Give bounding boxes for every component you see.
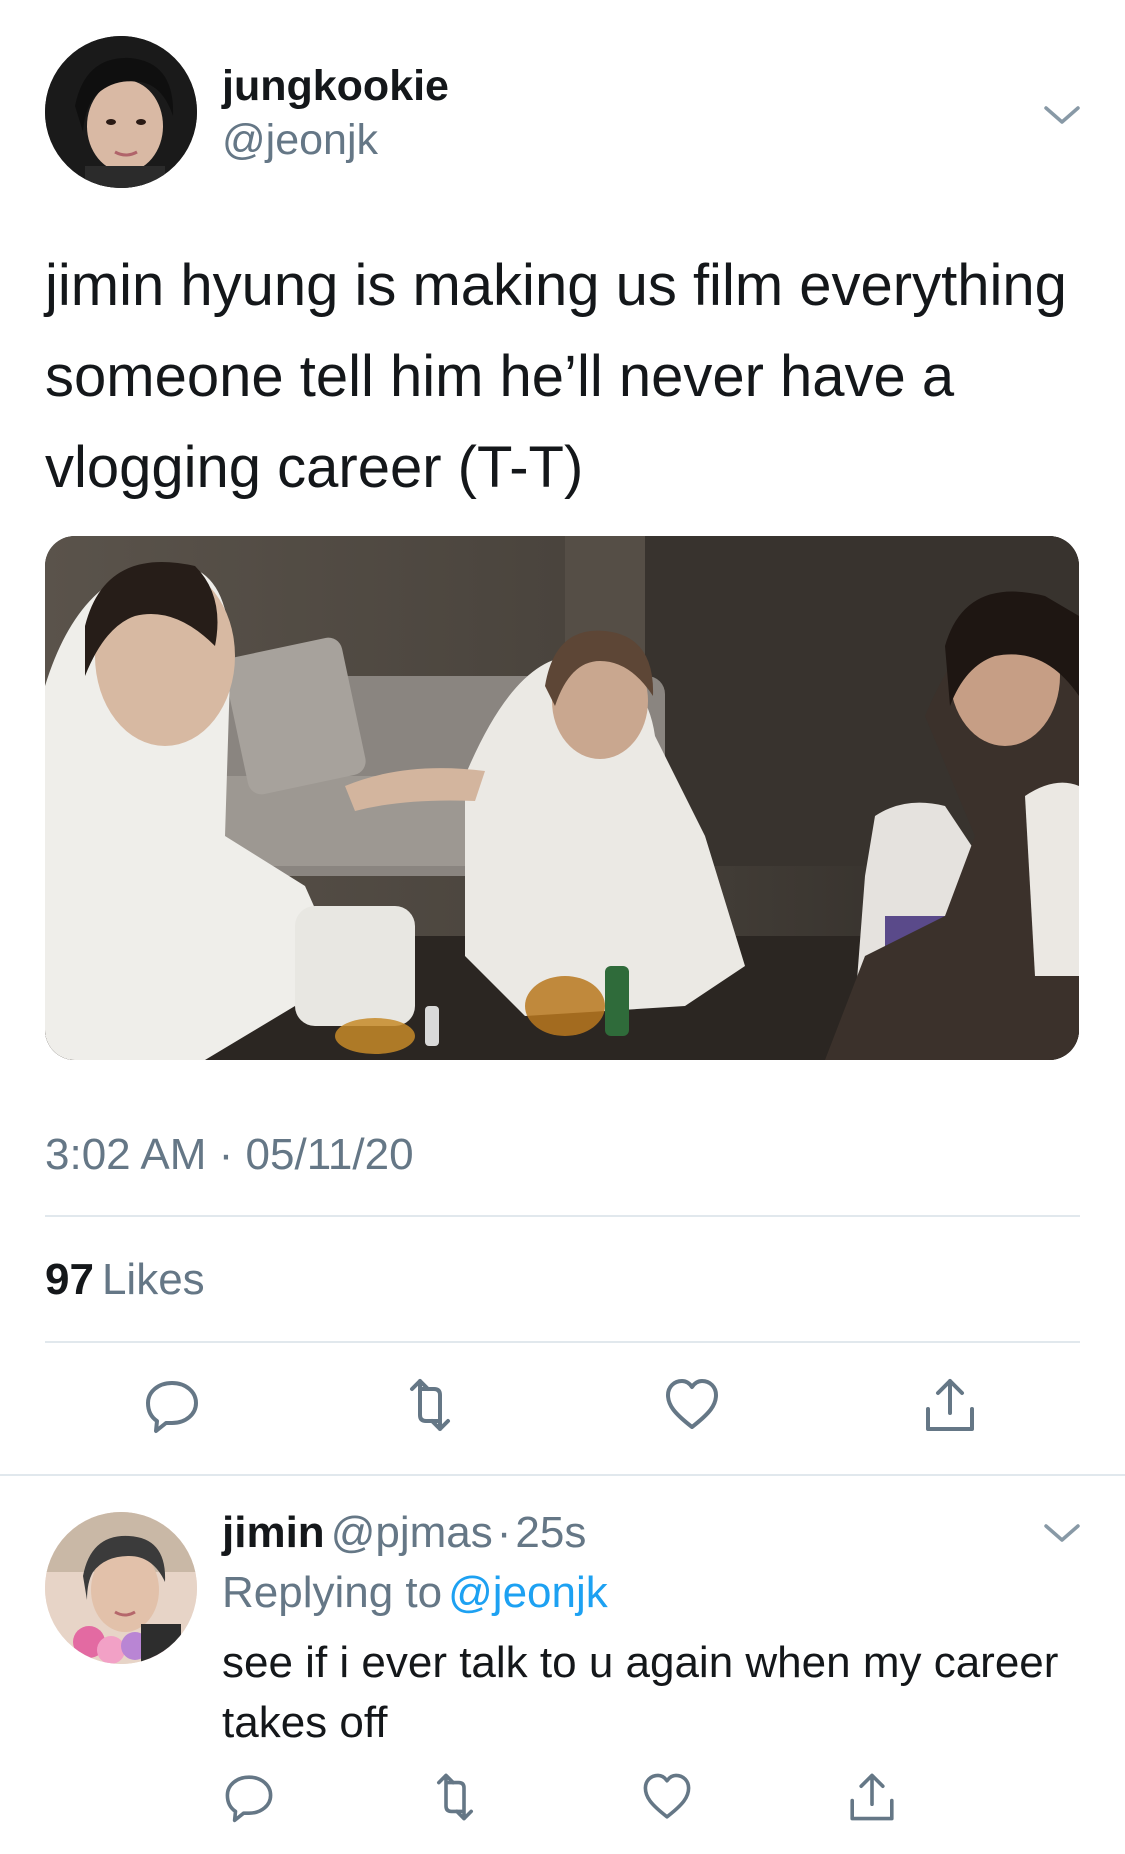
author-avatar[interactable] (45, 36, 197, 188)
chevron-down-icon[interactable] (1040, 1518, 1084, 1548)
reply-author-avatar[interactable] (45, 1512, 197, 1664)
reply-icon[interactable] (142, 1375, 202, 1435)
reply-icon[interactable] (222, 1770, 276, 1824)
retweet-icon[interactable] (400, 1375, 460, 1435)
chevron-down-icon[interactable] (1040, 100, 1084, 130)
like-icon[interactable] (662, 1375, 722, 1435)
like-icon[interactable] (640, 1770, 694, 1824)
likes-label: Likes (101, 1255, 205, 1304)
main-tweet: jungkookie @jeonjk jimin hyung is making… (0, 0, 1125, 1474)
tweet-photo[interactable] (45, 536, 1079, 1060)
replying-to-handle-link[interactable]: @jeonjk (448, 1568, 608, 1617)
replying-to-label: Replying to (222, 1568, 443, 1617)
author-display-name[interactable]: jungkookie (222, 62, 449, 111)
divider (45, 1341, 1080, 1343)
share-icon[interactable] (920, 1375, 980, 1435)
reply-timestamp[interactable]: 25s (515, 1508, 586, 1557)
reply-author-display-name[interactable]: jimin (222, 1508, 325, 1557)
likes-stat[interactable]: 97 Likes (45, 1255, 205, 1305)
tweet-text: jimin hyung is making us film everything… (45, 253, 1067, 500)
author-handle[interactable]: @jeonjk (222, 116, 378, 165)
retweet-icon[interactable] (428, 1770, 482, 1824)
share-icon[interactable] (845, 1770, 899, 1824)
likes-count: 97 (45, 1255, 94, 1304)
reply-author-handle[interactable]: @pjmas (331, 1508, 493, 1557)
reply-text: see if i ever talk to u again when my ca… (222, 1638, 1059, 1747)
divider (0, 1474, 1125, 1476)
tweet-timestamp[interactable]: 3:02 AM · 05/11/20 (45, 1130, 414, 1180)
replying-to: Replying to @jeonjk (222, 1568, 608, 1618)
reply-header: jimin @pjmas·25s (222, 1508, 586, 1558)
divider (45, 1215, 1080, 1217)
separator-dot: · (496, 1508, 512, 1557)
